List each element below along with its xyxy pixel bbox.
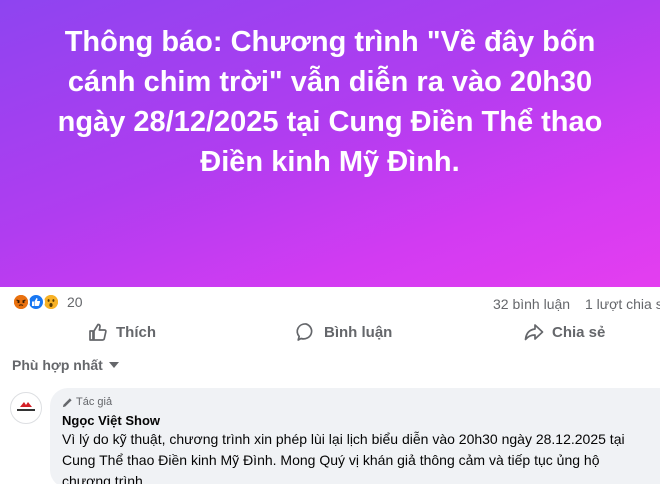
comment-bubble: Tác giả Ngọc Việt Show Vì lý do kỹ thuật…	[50, 388, 660, 484]
comment-sort-dropdown[interactable]: Phù hợp nhất	[12, 357, 119, 373]
pencil-icon	[62, 397, 72, 407]
like-button[interactable]: Thích	[88, 322, 156, 342]
angry-reaction-icon	[12, 293, 30, 311]
comment-count-link[interactable]: 32 bình luận	[493, 296, 570, 312]
reaction-summary[interactable]: 20	[12, 293, 83, 311]
sort-label: Phù hợp nhất	[12, 357, 103, 373]
author-badge: Tác giả	[62, 394, 660, 410]
post-action-bar: Thích Bình luận Chia sẻ	[0, 318, 660, 348]
like-button-label: Thích	[116, 323, 156, 341]
chevron-down-icon	[108, 362, 119, 368]
author-badge-label: Tác giả	[76, 396, 113, 408]
share-button-label: Chia sẻ	[552, 323, 606, 341]
post-stats: 20 32 bình luận 1 lượt chia sẻ	[0, 290, 660, 318]
thumbs-up-icon	[89, 323, 107, 341]
share-arrow-icon	[524, 324, 544, 341]
post-banner[interactable]: Thông báo: Chương trình "Về đây bốn cánh…	[0, 0, 660, 287]
share-count-link[interactable]: 1 lượt chia sẻ	[585, 296, 660, 312]
reaction-count: 20	[67, 294, 83, 310]
avatar[interactable]	[10, 392, 42, 424]
speech-bubble-icon	[296, 323, 313, 341]
comment-text: Vì lý do kỹ thuật, chương trình xin phép…	[62, 431, 625, 484]
announcement-text: Thông báo: Chương trình "Về đây bốn cánh…	[57, 26, 603, 178]
comment-button[interactable]: Bình luận	[296, 322, 392, 342]
share-button[interactable]: Chia sẻ	[524, 322, 605, 342]
comment-button-label: Bình luận	[324, 323, 393, 341]
comment-author-name[interactable]: Ngọc Việt Show	[62, 413, 660, 428]
